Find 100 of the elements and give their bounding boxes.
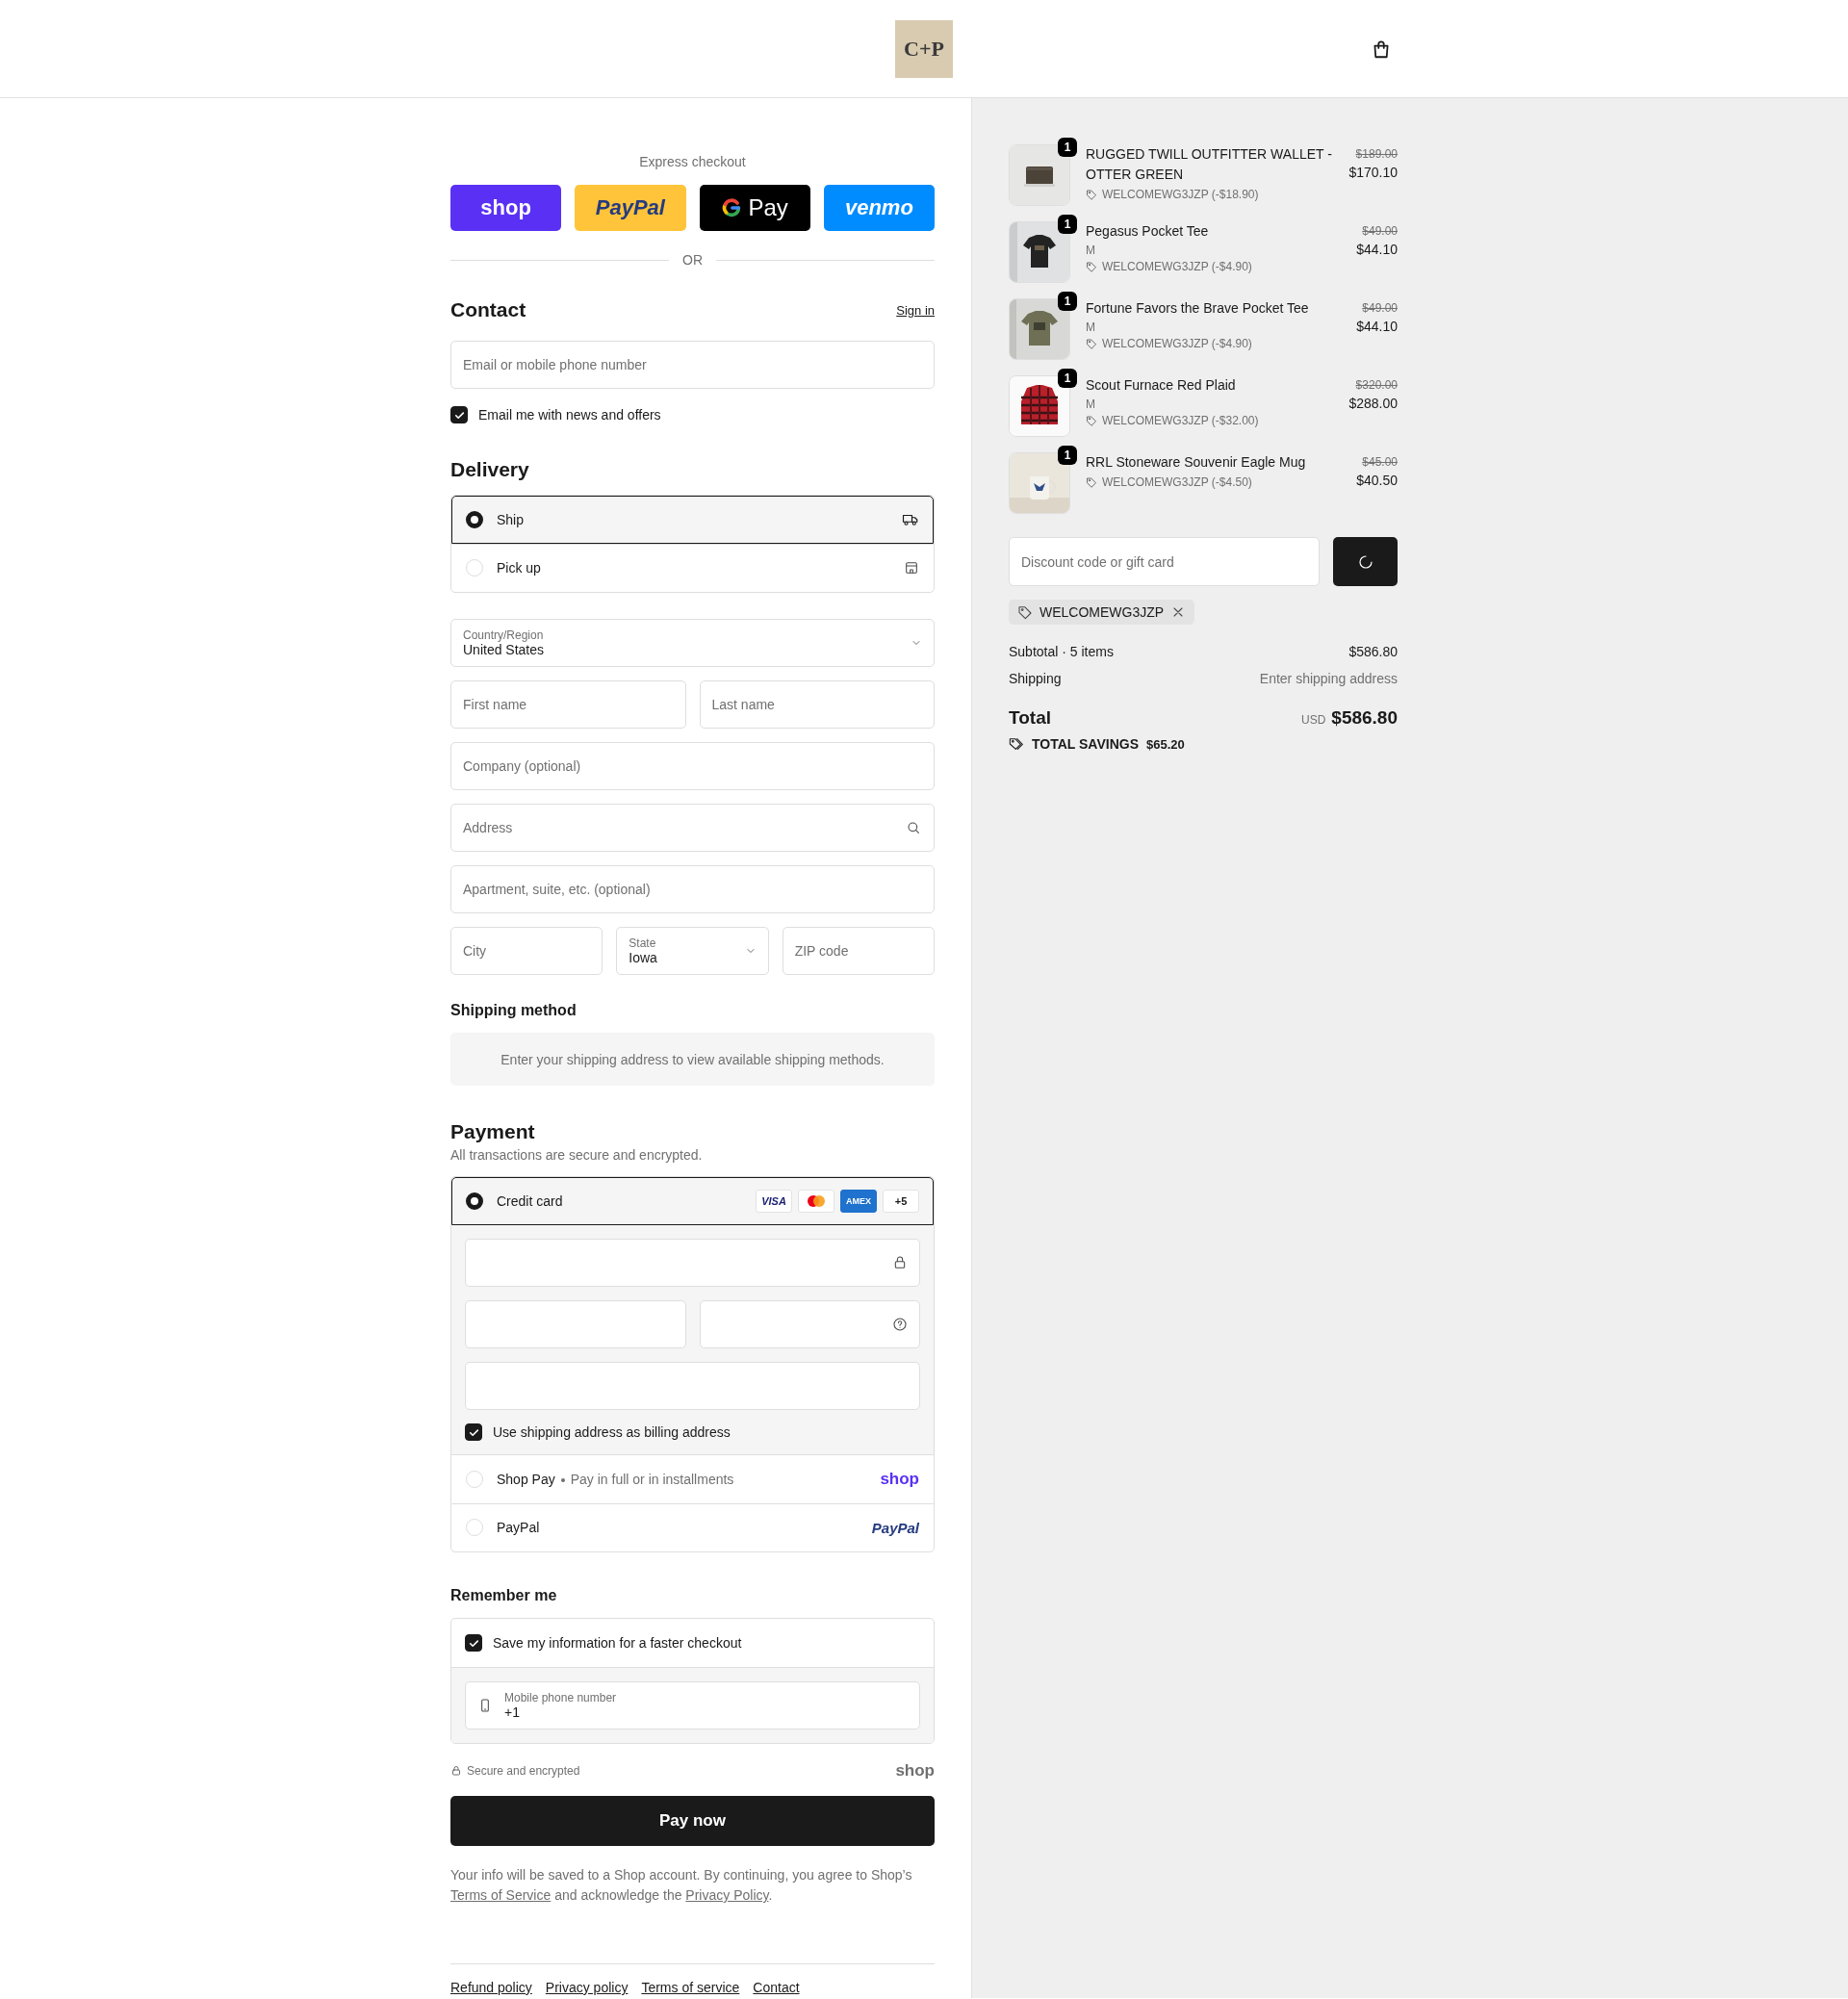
dropdown[interactable]: Country/Region United States: [450, 619, 935, 667]
description-text: All transactions are secure and encrypted.: [450, 1147, 704, 1163]
phone-field[interactable]: Mobile phone number +1: [465, 1681, 920, 1730]
email-field[interactable]: Email or mobile phone number: [450, 341, 935, 389]
option-label: Shop Pay: [497, 1472, 555, 1487]
currency-code: USD: [1300, 713, 1326, 727]
footer-link[interactable]: Terms of service: [641, 1980, 740, 1995]
price: $40.50: [1356, 473, 1398, 488]
text-field[interactable]: First name: [450, 680, 686, 729]
original-price: $49.00: [1362, 224, 1398, 238]
apply-button[interactable]: [1333, 537, 1398, 586]
text-field[interactable]: Apartment, suite, etc. (optional): [450, 865, 935, 913]
info-message: Enter your shipping address to view available shipping methods.: [450, 1033, 935, 1086]
option-detail: Pay in full or in installments: [570, 1472, 734, 1487]
shop-logo: shop: [895, 1761, 935, 1781]
payment-option[interactable]: Shop Pay Pay in full or in installments shop: [451, 1455, 934, 1503]
product-variant: M: [1086, 243, 1096, 257]
bullet-dot: [560, 1478, 565, 1483]
section-heading: Remember me: [450, 1587, 558, 1604]
option-label: Credit card: [497, 1193, 563, 1209]
text-field[interactable]: City: [450, 927, 603, 975]
tag-icon: [1086, 476, 1097, 488]
tags-icon: [1009, 736, 1024, 752]
summary-value: Enter shipping address: [1259, 671, 1398, 686]
total-label: Total: [1009, 707, 1051, 729]
tag-icon: [1086, 189, 1097, 200]
quantity-badge: 1: [1058, 446, 1077, 465]
card-logo: VISA: [756, 1190, 792, 1213]
total-amount: $586.80: [1331, 707, 1398, 728]
logo[interactable]: C+P: [895, 19, 953, 78]
payment-option[interactable]: Credit card VISA AMEX +5: [451, 1177, 934, 1225]
tag-icon: [1086, 338, 1097, 349]
quantity-badge: 1: [1058, 292, 1077, 311]
shop-pay-button[interactable]: shop: [450, 185, 562, 231]
summary-label: Subtotal · 5 items: [1009, 644, 1114, 659]
text-field[interactable]: ZIP code: [782, 927, 935, 975]
savings-amount: $65.20: [1146, 736, 1185, 752]
text-field[interactable]: Company (optional): [450, 742, 935, 790]
lock-icon: [450, 1765, 462, 1777]
price: $44.10: [1356, 242, 1398, 257]
product-variant: M: [1086, 320, 1096, 334]
discount-text: WELCOMEWG3JZP (-$4.90): [1102, 260, 1252, 273]
product-name: Scout Furnace Red Plaid: [1086, 376, 1237, 395]
tag-icon: [1086, 261, 1097, 272]
discount-field[interactable]: Discount code or gift card: [1009, 537, 1320, 586]
section-heading: Delivery: [450, 458, 530, 481]
discount-code: WELCOMEWG3JZP: [1040, 604, 1165, 620]
dropdown[interactable]: State Iowa: [616, 927, 769, 975]
product-variant: M: [1086, 397, 1096, 411]
pay-now-button[interactable]: Pay now: [450, 1796, 935, 1846]
spinner-icon: [1356, 552, 1374, 571]
tag-icon: [1086, 415, 1097, 426]
footer-link[interactable]: Refund policy: [450, 1980, 532, 1995]
legal-text: Your info will be saved to a Shop account. By continuing, you agree to Shop’s Terms of Service and acknowledge the Privacy Policy.: [450, 1866, 913, 1905]
discount-text: WELCOMEWG3JZP (-$32.00): [1102, 414, 1259, 427]
help-icon: [892, 1317, 908, 1332]
expiry-field[interactable]: [465, 1300, 686, 1348]
quantity-badge: 1: [1058, 215, 1077, 234]
product-name: RUGGED TWILL OUTFITTER WALLET - OTTER GREEN: [1086, 145, 1333, 184]
checkbox-label: Email me with news and offers: [478, 407, 661, 423]
summary-label: Shipping: [1009, 671, 1062, 686]
discount-text: WELCOMEWG3JZP (-$18.90): [1102, 188, 1259, 201]
section-heading: Shipping method: [450, 1002, 578, 1019]
delivery-option[interactable]: Ship: [451, 496, 934, 544]
quantity-badge: 1: [1058, 138, 1077, 157]
card-logo: AMEX: [840, 1190, 877, 1213]
checkbox[interactable]: [450, 406, 468, 423]
radio-button[interactable]: [466, 511, 483, 528]
store-icon: [904, 560, 919, 576]
ring-icon: [721, 197, 743, 218]
address-field[interactable]: Address: [450, 804, 935, 852]
payment-option[interactable]: PayPal PayPal: [451, 1503, 934, 1551]
original-price: $49.00: [1362, 301, 1398, 315]
footer-link[interactable]: Privacy policy: [545, 1980, 629, 1995]
text-link[interactable]: Terms of Service: [450, 1887, 552, 1903]
section-heading: Contact: [450, 298, 526, 321]
search-icon: [906, 820, 921, 835]
delivery-option[interactable]: Pick up: [451, 544, 934, 592]
checkbox[interactable]: [465, 1634, 482, 1652]
divider-label: OR: [450, 252, 935, 268]
price: $288.00: [1348, 396, 1398, 411]
checkbox[interactable]: [465, 1423, 482, 1441]
sign-in-link[interactable]: Sign in: [896, 302, 935, 318]
radio-button[interactable]: [466, 1192, 483, 1210]
option-label: PayPal: [497, 1520, 540, 1535]
text-field[interactable]: Last name: [699, 680, 935, 729]
card-logo: +5: [883, 1190, 919, 1213]
footer-link[interactable]: Contact: [753, 1980, 800, 1995]
original-price: $189.00: [1355, 147, 1398, 161]
security-note: Secure and encrypted: [467, 1764, 580, 1778]
price: $44.10: [1356, 319, 1398, 334]
product-name: Fortune Favors the Brave Pocket Tee: [1086, 299, 1310, 318]
name-on-card-field[interactable]: [465, 1362, 920, 1410]
price: $170.10: [1348, 165, 1398, 180]
paypal-button[interactable]: PayPal: [575, 185, 686, 231]
security-code-field[interactable]: [699, 1300, 920, 1348]
google-pay-button[interactable]: Pay: [699, 185, 810, 231]
section-heading: Payment: [450, 1120, 536, 1143]
card-number-field[interactable]: [465, 1239, 920, 1287]
checkbox-label: Use shipping address as billing address: [493, 1424, 731, 1440]
